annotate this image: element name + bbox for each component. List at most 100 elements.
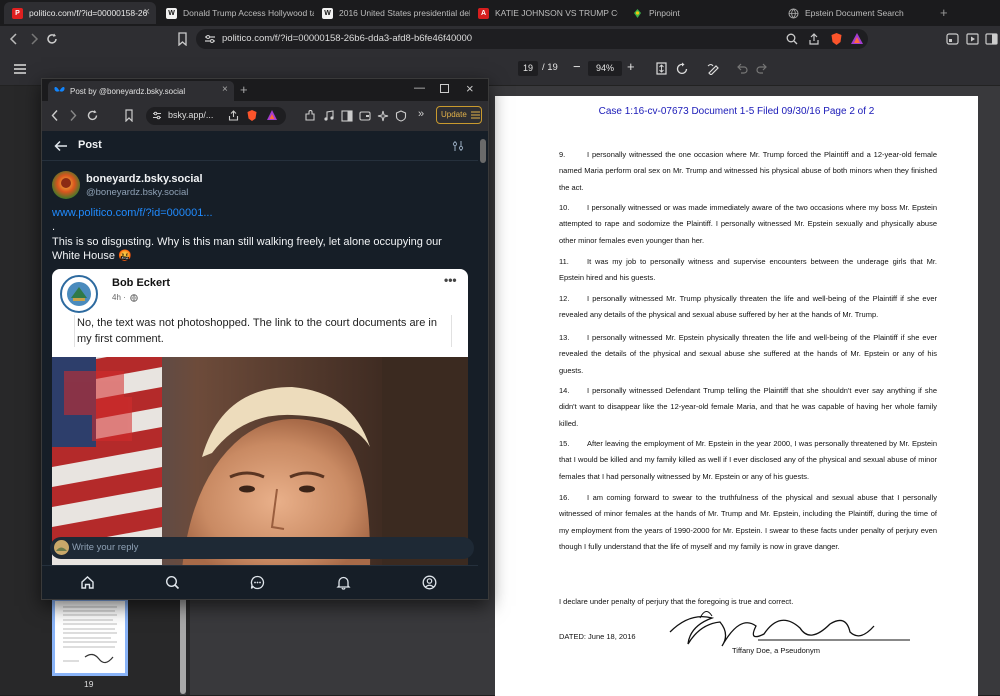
zoom-level-input[interactable]: 94% [588,61,622,76]
wallet-icon[interactable] [946,33,959,45]
pdf-favicon-icon: P [12,7,23,19]
back-arrow-icon[interactable] [54,140,68,152]
close-tab-icon[interactable]: × [222,84,228,95]
wikipedia-favicon-icon: W [166,7,177,19]
close-window-button[interactable]: × [466,81,474,96]
globe-icon [130,294,138,302]
popup-scrollbar-thumb[interactable] [480,139,486,163]
extensions-icon[interactable] [304,110,316,122]
tab-pinpoint[interactable]: Pinpoint [624,2,774,24]
bookmark-icon[interactable] [177,32,188,46]
redo-icon[interactable] [756,62,768,74]
back-icon[interactable] [8,32,20,46]
zoom-in-button[interactable]: + [627,59,635,74]
vpn-shield-icon[interactable] [395,110,407,122]
home-icon[interactable] [80,575,95,590]
author-handle[interactable]: @boneyardz.bsky.social [86,187,188,198]
page-number-input[interactable]: 19 [518,61,538,76]
bottom-navigation [42,565,478,599]
tab-presidential-debate[interactable]: W 2016 United States presidential deba [314,2,470,24]
thumbnail-preview [63,606,117,664]
popup-tab[interactable]: Post by @boneyardz.bsky.social × [48,81,234,101]
tab-katie-johnson[interactable]: A KATIE JOHNSON VS TRUMP COMPL [470,2,618,24]
profile-icon[interactable] [422,575,437,590]
tab-title: 2016 United States presidential deba [339,8,470,18]
wikipedia-favicon-icon: W [322,7,333,19]
music-icon[interactable] [323,110,335,122]
tab-politico[interactable]: P politico.com/f/?id=00000158-26 × [4,2,156,24]
author-avatar[interactable] [52,171,80,199]
butterfly-icon [54,86,65,96]
tab-title: Epstein Document Search [805,8,904,18]
popup-url-bar[interactable]: bsky.app/... [146,107,286,125]
filter-icon[interactable] [452,140,464,152]
popup-tab-strip: Post by @boneyardz.bsky.social × + — × [42,79,488,101]
share-icon[interactable] [228,110,239,121]
rewards-icon[interactable] [266,109,278,121]
paragraph-number: 9. [559,150,566,159]
paragraph-number: 13. [559,333,570,342]
tab-access-hollywood[interactable]: W Donald Trump Access Hollywood tap [158,2,314,24]
forward-icon[interactable] [28,32,40,46]
url-text: politico.com/f/?id=00000158-26b6-dda3-af… [222,33,473,44]
draw-icon[interactable] [707,62,720,75]
address-toolbar: politico.com/f/?id=00000158-26b6-dda3-af… [0,26,1000,52]
new-tab-button[interactable]: + [240,82,248,97]
reload-icon[interactable] [45,32,59,46]
reply-placeholder: Write your reply [72,542,139,553]
media-icon[interactable] [966,33,979,45]
pdf-page: Case 1:16-cv-07673 Document 1-5 Filed 09… [495,96,978,696]
paragraph-text: It was my job to personally witness and … [559,257,937,283]
author-display-name[interactable]: boneyardz.bsky.social [86,173,203,185]
bookmark-icon[interactable] [124,109,134,122]
site-info-icon[interactable] [204,34,216,44]
chat-icon[interactable] [250,575,265,590]
paragraph-number: 14. [559,386,570,395]
page-thumbnail[interactable] [52,598,128,676]
post-text: This is so disgusting. Why is this man s… [52,236,442,262]
update-label: Update [441,110,467,119]
tab-title: Pinpoint [649,8,680,18]
paragraph-14: 14. I personally witnessed Defendant Trum… [559,383,937,432]
share-icon[interactable] [808,33,820,45]
popup-url-text: bsky.app/... [168,110,214,120]
brave-shield-icon[interactable] [830,32,843,46]
paragraph-text: After leaving the employment of Mr. Epst… [559,439,937,481]
wallet-icon[interactable] [359,110,371,122]
tab-epstein-search[interactable]: Epstein Document Search [780,2,936,24]
paragraph-9: 9. I personally witnessed the one occasio… [559,147,937,196]
maximize-button[interactable] [440,84,449,93]
update-button[interactable]: Update [436,106,482,124]
undo-icon[interactable] [736,62,748,74]
rotate-icon[interactable] [676,62,689,75]
post-link[interactable]: www.politico.com/f/?id=000001... [52,207,213,219]
fit-page-icon[interactable] [656,62,667,75]
rewards-icon[interactable] [850,32,864,45]
sidebar-toggle-icon[interactable] [985,33,998,45]
sidebar-toggle-icon[interactable] [341,110,353,122]
new-tab-button[interactable]: + [940,5,948,20]
minimize-button[interactable]: — [414,82,425,94]
back-icon[interactable] [50,109,60,122]
acrobat-favicon-icon: A [478,7,489,19]
paragraph-number: 15. [559,439,570,448]
forward-icon[interactable] [68,109,78,122]
reload-icon[interactable] [86,109,99,122]
search-icon[interactable] [165,575,180,590]
close-tab-icon[interactable]: × [144,6,150,18]
zoom-icon[interactable] [786,33,798,45]
url-bar[interactable]: politico.com/f/?id=00000158-26b6-dda3-af… [196,29,868,49]
paragraph-text: I personally witnessed Mr. Epstein physi… [559,333,937,375]
paragraph-text: I personally witnessed or was made immed… [559,203,937,245]
tab-title: Donald Trump Access Hollywood tap [183,8,314,18]
paragraph-13: 13. I personally witnessed Mr. Epstein ph… [559,330,937,379]
overflow-chevron-icon[interactable]: » [418,108,424,120]
bell-icon[interactable] [336,575,351,590]
embedded-image-card[interactable]: Bob Eckert 4h · ••• No, the text was not… [52,269,468,569]
sidebar-scroll-thumb[interactable] [180,594,186,694]
zoom-out-button[interactable]: − [573,59,581,74]
menu-icon[interactable] [14,64,26,74]
brave-shield-icon[interactable] [246,109,258,122]
reply-input[interactable]: Write your reply [50,537,474,559]
ai-sparkle-icon[interactable] [377,110,389,122]
